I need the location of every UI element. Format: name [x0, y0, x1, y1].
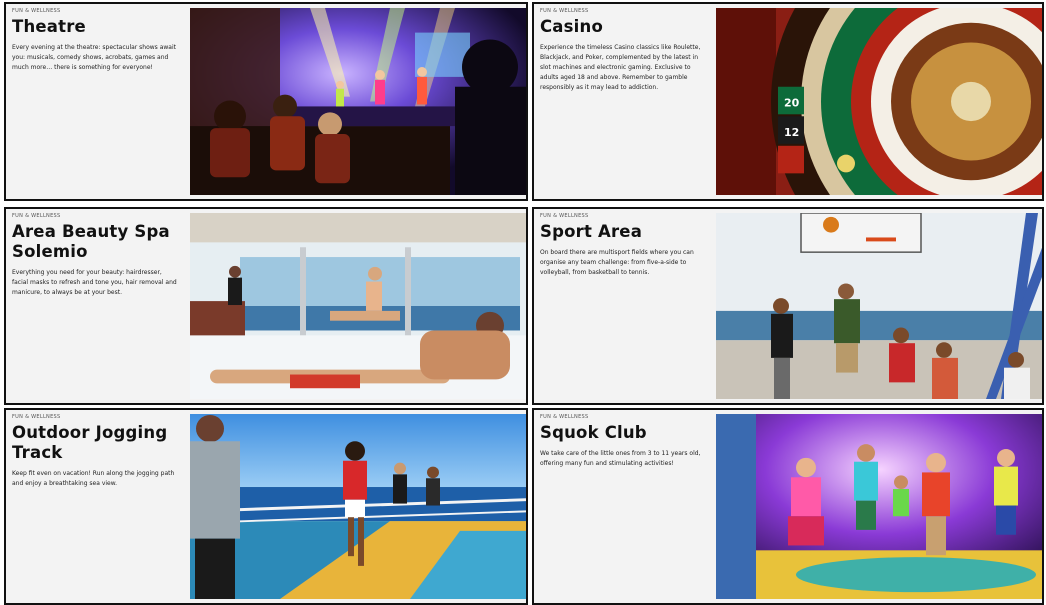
card-description: Keep fit even on vacation! Run along the… [12, 470, 175, 487]
card-description: Every evening at the theatre: spectacula… [12, 44, 176, 71]
card-sport-area[interactable]: FUN & WELLNESS Sport Area On board there… [532, 207, 1044, 405]
card-eyebrow: FUN & WELLNESS [540, 213, 589, 219]
card-text: FUN & WELLNESS Squok Club We take care o… [540, 413, 712, 469]
card-description: On board there are multisport fields whe… [540, 249, 694, 276]
card-title[interactable]: Casino [540, 17, 712, 37]
jogging-track-photo[interactable] [190, 414, 526, 599]
card-description: Everything you need for your beauty: hai… [12, 269, 177, 296]
card-beauty-spa[interactable]: FUN & WELLNESS Area Beauty Spa Solemio E… [4, 207, 528, 405]
kids-club-photo[interactable] [716, 414, 1042, 599]
card-text: FUN & WELLNESS Sport Area On board there… [540, 212, 712, 278]
card-text: FUN & WELLNESS Area Beauty Spa Solemio E… [12, 212, 184, 298]
card-title[interactable]: Area Beauty Spa Solemio [12, 222, 184, 262]
card-eyebrow: FUN & WELLNESS [540, 8, 589, 14]
card-eyebrow: FUN & WELLNESS [12, 213, 61, 219]
card-theatre[interactable]: FUN & WELLNESS Theatre Every evening at … [4, 2, 528, 201]
card-squok-club[interactable]: FUN & WELLNESS Squok Club We take care o… [532, 408, 1044, 605]
card-text: FUN & WELLNESS Outdoor Jogging Track Kee… [12, 413, 184, 489]
card-title[interactable]: Theatre [12, 17, 184, 37]
card-title[interactable]: Outdoor Jogging Track [12, 423, 184, 463]
wheel-number: 12 [784, 126, 799, 139]
card-eyebrow: FUN & WELLNESS [12, 414, 61, 420]
card-title[interactable]: Sport Area [540, 222, 712, 242]
wheel-number: 20 [784, 97, 800, 110]
spa-pool-photo[interactable] [190, 213, 526, 399]
card-title[interactable]: Squok Club [540, 423, 712, 443]
roulette-wheel-photo[interactable]: 20 12 [716, 8, 1042, 195]
card-description: Experience the timeless Casino classics … [540, 44, 701, 91]
card-text: FUN & WELLNESS Theatre Every evening at … [12, 7, 184, 73]
card-eyebrow: FUN & WELLNESS [540, 414, 589, 420]
card-casino[interactable]: FUN & WELLNESS Casino Experience the tim… [532, 2, 1044, 201]
basketball-deck-photo[interactable] [716, 213, 1042, 399]
card-description: We take care of the little ones from 3 t… [540, 450, 701, 467]
theatre-stage-photo[interactable] [190, 8, 526, 195]
card-text: FUN & WELLNESS Casino Experience the tim… [540, 7, 712, 93]
card-eyebrow: FUN & WELLNESS [12, 8, 61, 14]
card-jogging-track[interactable]: FUN & WELLNESS Outdoor Jogging Track Kee… [4, 408, 528, 605]
